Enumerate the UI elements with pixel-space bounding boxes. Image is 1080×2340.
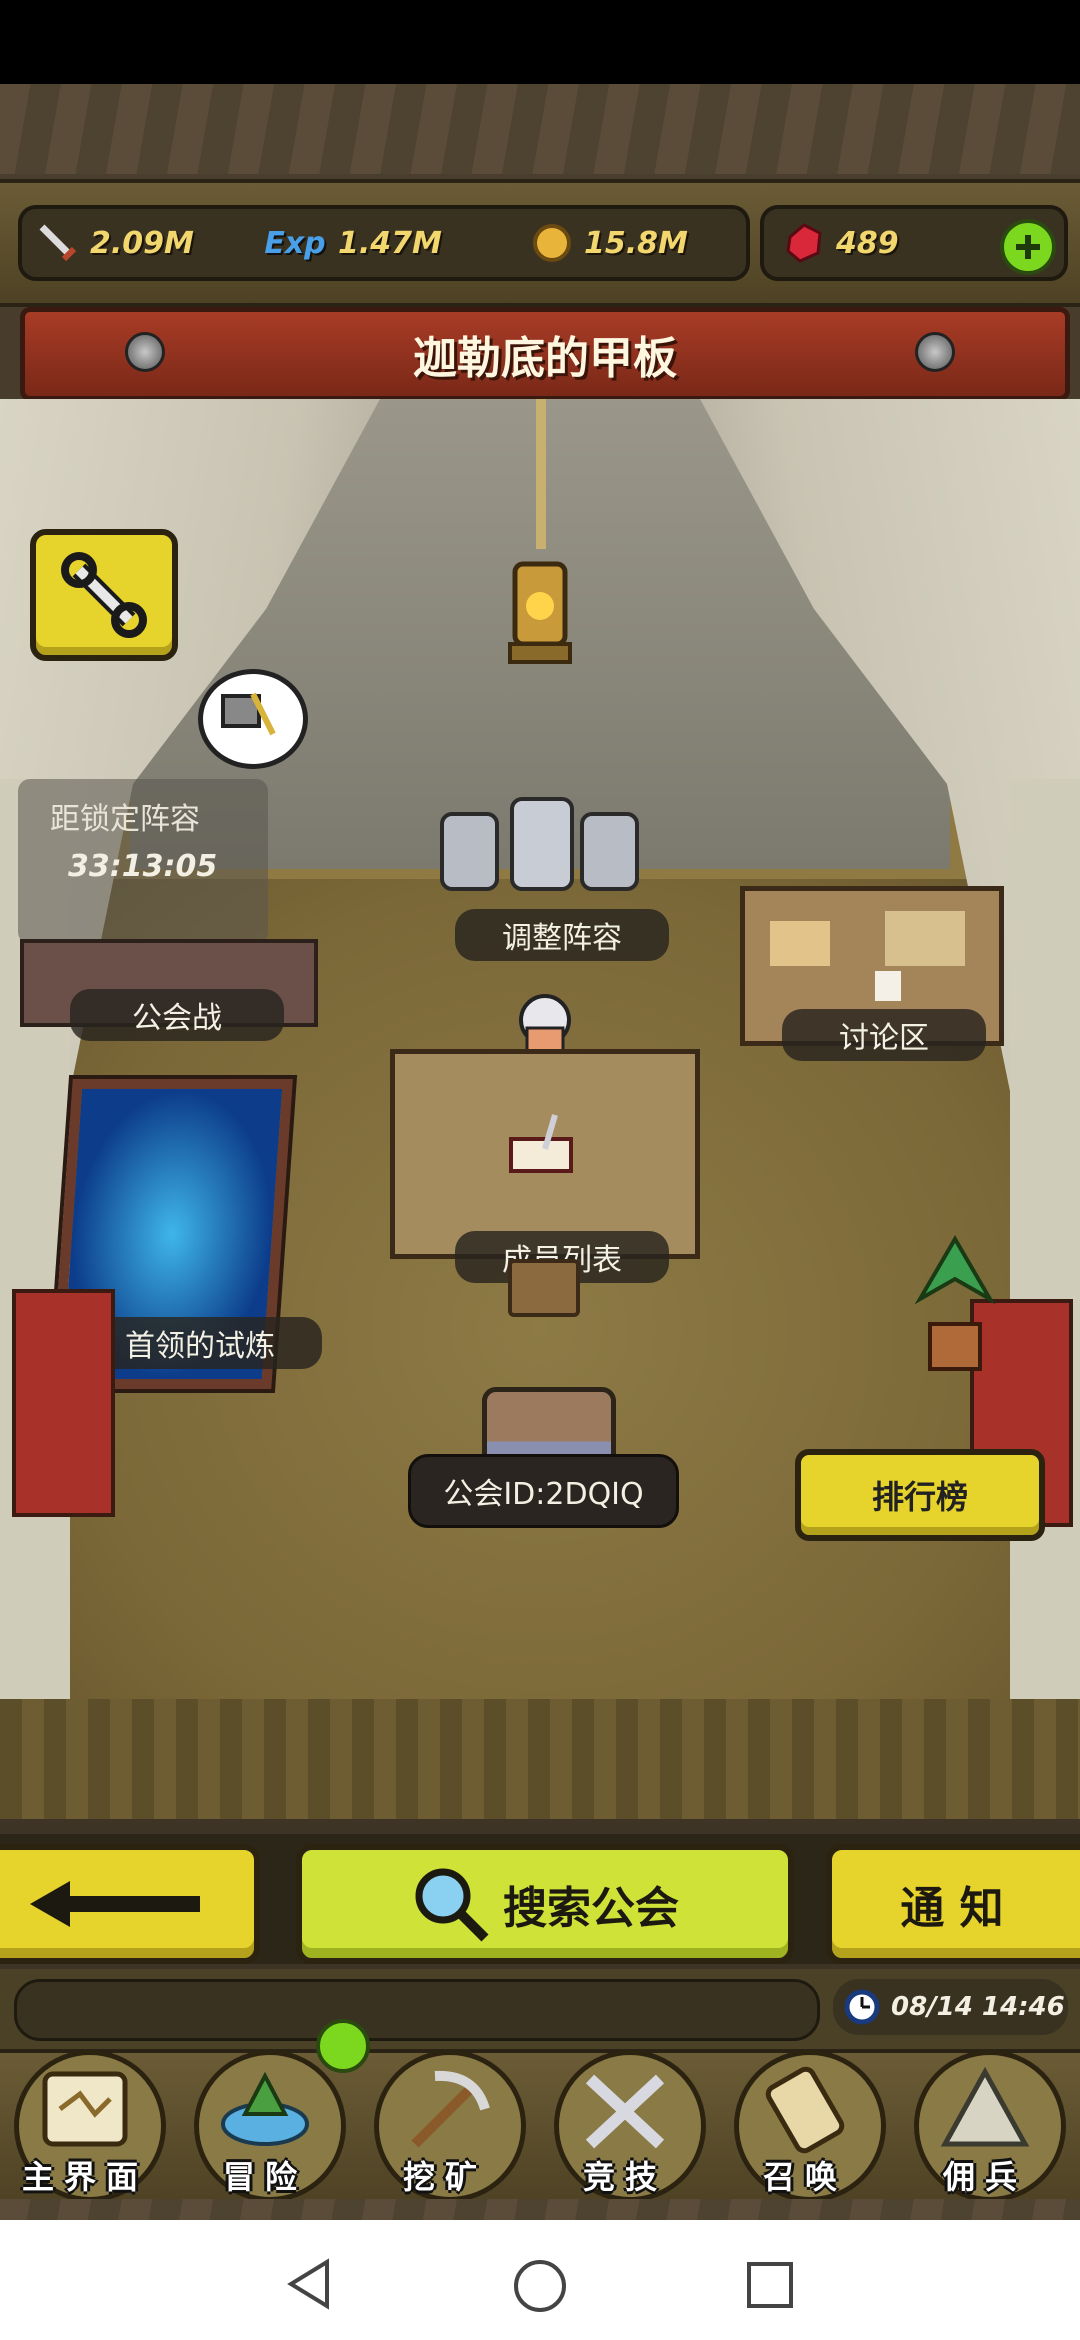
plus-icon [1016, 235, 1040, 259]
guild-id-label: 公会ID:2DQIQ [408, 1454, 679, 1528]
floor-edge [0, 1699, 1080, 1819]
rivet-icon [125, 332, 165, 372]
stool [508, 1259, 580, 1317]
game-screen: 2.09M Exp 1.47M 15.8M 489 迦勒底的甲板 距锁定阵容 3… [0, 84, 1080, 2220]
settings-wrench-button[interactable] [30, 529, 178, 661]
wrench-icon [61, 552, 147, 638]
parchment-border-top [0, 84, 1080, 174]
power-resource: 2.09M [36, 209, 194, 277]
nav-label: 召唤 [762, 2158, 847, 2196]
nav-mercenary[interactable]: 佣兵 [900, 2044, 1070, 2202]
location-title: 迦勒底的甲板 [413, 333, 677, 384]
notice-button[interactable]: 通 知 [826, 1844, 1080, 1964]
adjust-lineup-label[interactable]: 调整阵容 [455, 909, 669, 961]
parchment-border-bottom [0, 2199, 1080, 2220]
gem-group: 489 [760, 205, 1068, 281]
member-list-desk[interactable] [390, 1049, 700, 1259]
notice-label: 通 知 [900, 1883, 1004, 1934]
exp-resource: Exp 1.47M [262, 209, 442, 277]
note-paper [770, 921, 830, 966]
lineup-lock-timer: 33:13:05 [68, 849, 218, 884]
nav-arena[interactable]: 竞技 [540, 2044, 710, 2202]
nav-summon[interactable]: 召唤 [720, 2044, 890, 2202]
nav-label: 挖矿 [402, 2158, 487, 2196]
nav-label: 冒险 [222, 2158, 307, 2196]
exp-icon: Exp [264, 225, 326, 261]
discussion-label[interactable]: 讨论区 [782, 1009, 986, 1061]
status-bar [0, 0, 1080, 84]
gem-resource: 489 [782, 209, 899, 277]
tent-icon [940, 2066, 1030, 2147]
nav-label: 佣兵 [942, 2158, 1027, 2196]
lantern-rope [536, 399, 546, 549]
gold-coin-icon [530, 221, 574, 265]
clock-box: 08/14 14:46 [833, 1979, 1068, 2035]
nav-label: 主界面 [21, 2158, 148, 2196]
crossed-swords-icon [585, 2074, 665, 2149]
gold-resource: 15.8M [530, 209, 688, 277]
banner-ribbon: 迦勒底的甲板 [20, 307, 1070, 401]
lineup-lock-label: 距锁定阵容 [50, 802, 200, 837]
search-guild-label: 搜索公会 [503, 1883, 679, 1934]
back-arrow-icon [30, 1881, 200, 1927]
map-scroll-icon [42, 2071, 128, 2147]
note-paper [875, 971, 901, 1001]
chat-message-bar[interactable] [14, 1979, 820, 2041]
sword-icon [36, 221, 80, 265]
ruby-gem-icon [782, 221, 826, 265]
knights-lineup-icon[interactable] [432, 794, 647, 904]
magnifier-icon [415, 1868, 489, 1942]
power-value: 2.09M [90, 225, 194, 261]
search-guild-button[interactable]: 搜索公会 [296, 1844, 794, 1964]
gold-value: 15.8M [584, 225, 688, 261]
book-quill-icon [509, 1114, 573, 1173]
clock-icon [844, 1989, 880, 2025]
system-nav-bar [0, 2220, 1080, 2340]
nav-label: 竞技 [582, 2158, 667, 2196]
ranking-button[interactable]: 排行榜 [795, 1449, 1045, 1541]
lineup-speech-bubble-icon[interactable] [198, 669, 308, 769]
recents-square-icon[interactable] [745, 2260, 795, 2310]
rivet-icon [915, 332, 955, 372]
island-icon [221, 2071, 309, 2146]
clock-text: 08/14 14:46 [891, 1992, 1065, 2022]
guild-tent-scene: 距锁定阵容 33:13:05 公会战 调整阵容 讨论区 成员列表 首领的试炼 [0, 399, 1080, 1819]
back-button[interactable] [0, 1844, 260, 1964]
guild-war-label[interactable]: 公会战 [70, 989, 284, 1041]
nav-mining[interactable]: 挖矿 [360, 2044, 530, 2202]
map-paper [885, 911, 965, 966]
home-circle-icon[interactable] [512, 2258, 568, 2314]
exp-value: 1.47M [338, 225, 442, 261]
lantern-icon [500, 544, 580, 674]
nav-main[interactable]: 主界面 [0, 2044, 170, 2202]
summon-scroll-icon [765, 2066, 845, 2154]
add-gems-button[interactable] [1000, 219, 1056, 275]
gem-value: 489 [836, 225, 899, 261]
pickaxe-icon [411, 2070, 490, 2148]
banner-flag-left [12, 1289, 115, 1517]
potted-plant-icon [900, 1229, 1010, 1379]
location-banner: 迦勒底的甲板 [0, 299, 1080, 401]
currency-group: 2.09M Exp 1.47M 15.8M [18, 205, 750, 281]
resource-bar: 2.09M Exp 1.47M 15.8M 489 [0, 179, 1080, 307]
back-triangle-icon[interactable] [285, 2258, 333, 2310]
